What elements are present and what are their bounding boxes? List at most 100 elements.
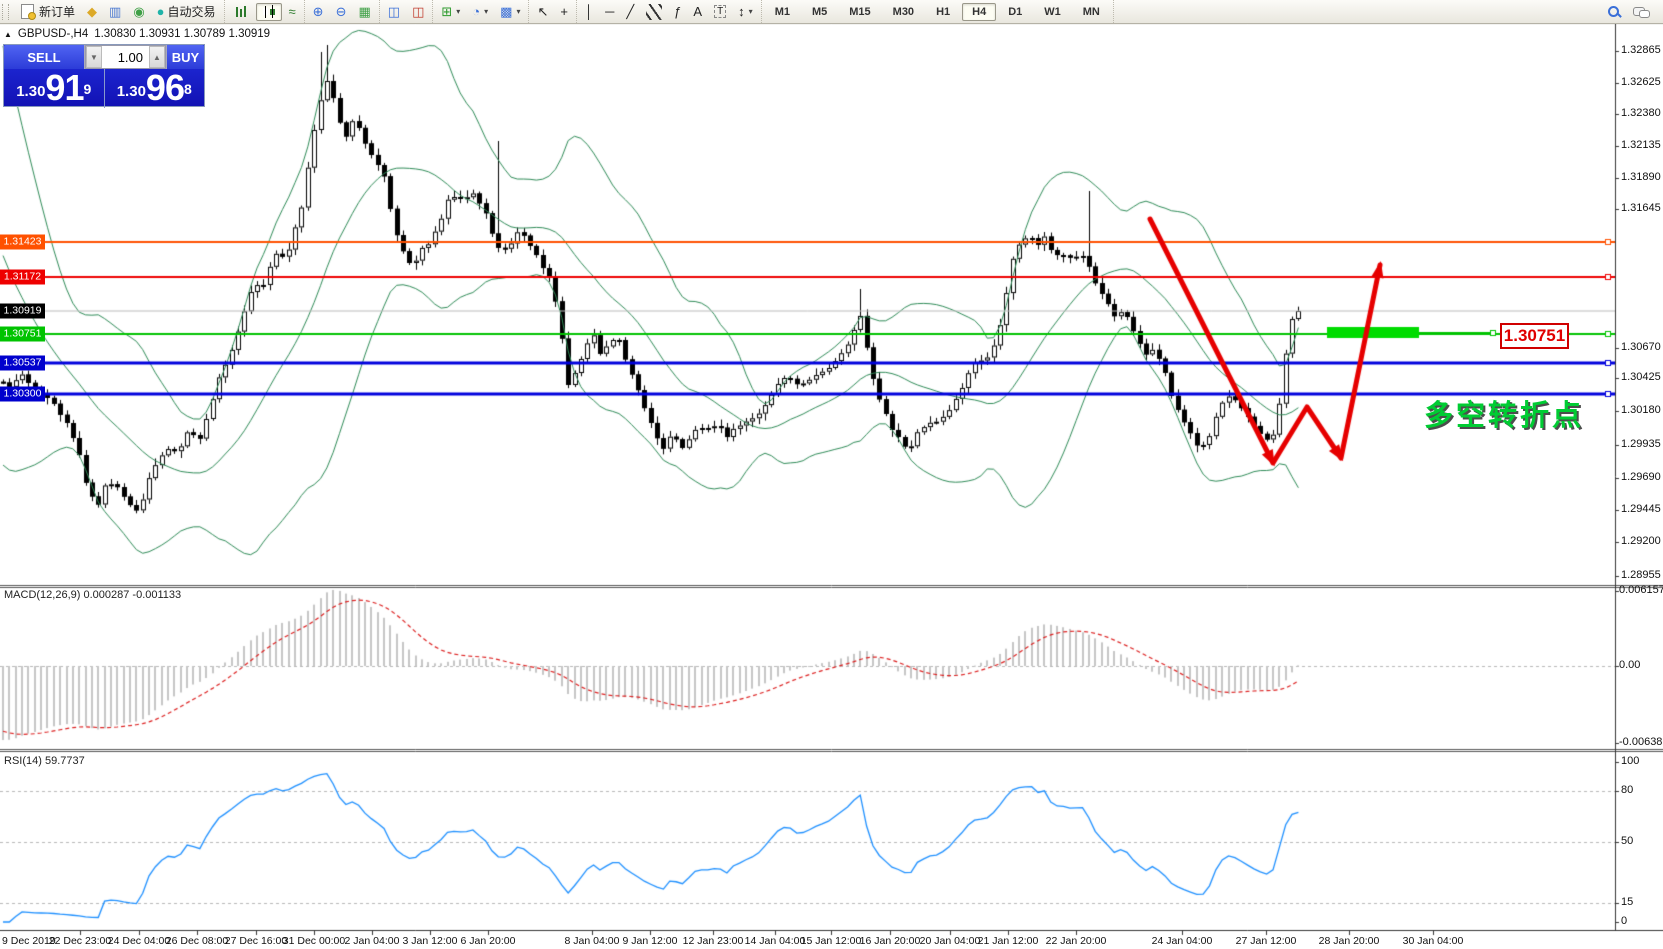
- tf-m15-button[interactable]: M15: [839, 3, 880, 21]
- price-line-badge[interactable]: 1.31423: [0, 235, 45, 250]
- time-axis-label: 28 Jan 20:00: [1319, 935, 1380, 947]
- arrange-up-button[interactable]: ◫: [383, 3, 405, 21]
- sell-price-base: 1.30: [16, 79, 45, 105]
- templates-icon: ▩: [500, 5, 512, 19]
- buy-button[interactable]: BUY: [166, 45, 204, 69]
- time-axis-label: 27 Jan 12:00: [1236, 935, 1297, 947]
- channel-tool-button[interactable]: [641, 3, 667, 21]
- tile-windows-button[interactable]: ▦: [353, 3, 375, 21]
- tf-m30-button-label: M30: [888, 5, 919, 19]
- channel-tool-icon: [646, 4, 662, 20]
- tf-w1-button[interactable]: W1: [1034, 3, 1071, 21]
- price-tick-label: 1.30180: [1621, 404, 1661, 416]
- toolbar-grip[interactable]: [2, 4, 9, 20]
- tf-d1-button[interactable]: D1: [998, 3, 1032, 21]
- arrange-down-button[interactable]: ◫: [407, 3, 429, 21]
- rsi-name: RSI(14): [4, 755, 42, 767]
- trendline-tool-icon: ╱: [626, 5, 634, 19]
- market-watch-icon-icon: ▥: [109, 5, 121, 19]
- toolbar: 新订单◆▥◉●自动交易≈⊕⊖▦◫◫⊞▾◔▾▩▾↖+│─╱ƒAT↕▾M1M5M15…: [0, 0, 1663, 24]
- hline-tool-button[interactable]: ─: [600, 3, 619, 21]
- tf-m30-button[interactable]: M30: [883, 3, 924, 21]
- chevron-down-icon: ▾: [516, 7, 520, 16]
- zoom-out-icon: ⊖: [336, 5, 347, 19]
- arrows-tool-button[interactable]: ↕▾: [733, 3, 758, 21]
- community-button[interactable]: [1628, 3, 1654, 21]
- market-watch-icon[interactable]: ▥: [104, 3, 126, 21]
- candlestick-mode-button[interactable]: [256, 3, 282, 21]
- indicators-button[interactable]: ⊞▾: [436, 3, 465, 21]
- tf-m1-button[interactable]: M1: [765, 3, 800, 21]
- price-line-badge[interactable]: 1.30300: [0, 387, 45, 402]
- vline-tool-button[interactable]: │: [580, 3, 598, 21]
- rsi-tick-label: 50: [1621, 835, 1633, 847]
- templates-button[interactable]: ▩▾: [495, 3, 525, 21]
- gold-icon-icon: ◆: [87, 5, 97, 19]
- gold-icon[interactable]: ◆: [82, 3, 102, 21]
- time-axis-label: 2 Jan 04:00: [345, 935, 400, 947]
- chart-canvas[interactable]: [0, 0, 1663, 949]
- zoom-in-button[interactable]: ⊕: [308, 3, 329, 21]
- price-tick-label: 1.32135: [1621, 139, 1661, 151]
- price-tag-1-30751[interactable]: 1.30751: [1500, 323, 1569, 349]
- new-order-button[interactable]: 新订单: [14, 3, 80, 21]
- chevron-down-icon: ▾: [484, 7, 488, 16]
- tf-m1-button-label: M1: [770, 5, 795, 19]
- zoom-out-button[interactable]: ⊖: [331, 3, 352, 21]
- sell-price[interactable]: 1.30 91 9: [4, 69, 105, 108]
- one-click-trading-panel: SELL ▼ 1.00 ▲ BUY 1.30 91 9 1.30 96 8: [3, 44, 205, 107]
- tf-h1-button[interactable]: H1: [926, 3, 960, 21]
- volume-field[interactable]: 1.00: [102, 46, 149, 68]
- macd-values: 0.000287 -0.001133: [83, 589, 181, 601]
- label-tool-button[interactable]: T: [709, 3, 731, 21]
- buy-price-base: 1.30: [117, 79, 146, 105]
- signals-icon-icon: ◉: [133, 5, 144, 19]
- search-icon: [1607, 5, 1621, 19]
- crosshair-tool-icon: +: [560, 5, 568, 19]
- volume-increase-icon[interactable]: ▲: [149, 46, 165, 68]
- cursor-tool-button[interactable]: ↖: [532, 3, 553, 21]
- text-tool-button[interactable]: A: [688, 3, 707, 21]
- time-axis-label: 8 Jan 04:00: [565, 935, 620, 947]
- label-tool-icon: T: [714, 5, 726, 18]
- toolbar-group-chart-modes: ≈: [225, 0, 305, 23]
- buy-price-point: 8: [184, 69, 192, 109]
- volume-decrease-icon[interactable]: ▼: [86, 46, 102, 68]
- chart-collapse-icon[interactable]: ▲: [4, 30, 12, 39]
- bar-chart-mode-button[interactable]: [228, 3, 254, 21]
- price-tick-label: 1.30670: [1621, 341, 1661, 353]
- chevron-down-icon: ▾: [749, 7, 753, 16]
- tf-m5-button-label: M5: [807, 5, 832, 19]
- trendline-tool-button[interactable]: ╱: [621, 3, 639, 21]
- time-axis-label: 21 Jan 12:00: [978, 935, 1039, 947]
- turning-point-note[interactable]: 多空转折点: [1424, 392, 1584, 434]
- time-axis-label: 24 Dec 04:00: [108, 935, 170, 947]
- time-axis-label: 22 Jan 20:00: [1046, 935, 1107, 947]
- sell-button[interactable]: SELL: [4, 45, 85, 69]
- toolbar-group-timeframes: M1 M5 M15 M30 H1 H4 D1W1MN: [762, 0, 1114, 23]
- price-line-badge[interactable]: 1.31172: [0, 270, 45, 285]
- price-tick-label: 1.28955: [1621, 569, 1661, 581]
- buy-price[interactable]: 1.30 96 8: [105, 69, 205, 108]
- tf-h4-button[interactable]: H4: [962, 3, 996, 21]
- signals-icon[interactable]: ◉: [128, 3, 149, 21]
- tf-h4-button-label: H4: [967, 5, 991, 19]
- new-order-button-label: 新订单: [39, 3, 75, 20]
- autotrade-button[interactable]: ●自动交易: [152, 3, 221, 21]
- periods-button[interactable]: ◔▾: [467, 3, 493, 21]
- chart-symbol-period: GBPUSD-,H4: [18, 28, 88, 40]
- price-line-badge[interactable]: 1.30751: [0, 327, 45, 342]
- tf-mn-button[interactable]: MN: [1073, 3, 1110, 21]
- toolbar-group-zoom: ⊕ ⊖ ▦: [305, 0, 380, 23]
- price-tick-label: 1.31645: [1621, 202, 1661, 214]
- toolbar-group-pointer: ↖+: [529, 0, 577, 23]
- rsi-indicator-label: RSI(14) 59.7737: [4, 755, 85, 767]
- search-button[interactable]: [1602, 3, 1626, 21]
- tf-m5-button[interactable]: M5: [802, 3, 837, 21]
- fibonacci-tool-button[interactable]: ƒ: [669, 3, 686, 21]
- toolbar-group-trade: 新订单 ◆ ▥ ◉ ●自动交易: [11, 0, 225, 23]
- price-line-badge[interactable]: 1.30537: [0, 356, 45, 371]
- crosshair-tool-button[interactable]: +: [555, 3, 573, 21]
- price-tick-label: 1.32865: [1621, 44, 1661, 56]
- line-chart-mode-button[interactable]: ≈: [284, 3, 301, 21]
